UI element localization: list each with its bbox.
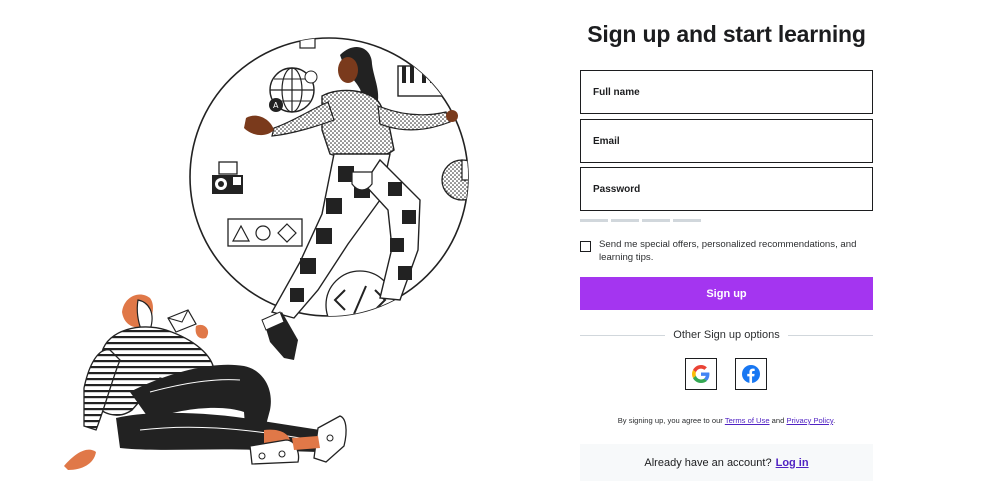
login-prompt-text: Already have an account? [644,456,772,469]
terms-notice: By signing up, you agree to our Terms of… [580,416,873,425]
man-figure [64,294,347,470]
offers-consent: Send me special offers, personalized rec… [580,238,873,264]
password-strength-meter [580,219,701,222]
offers-consent-label: Send me special offers, personalized rec… [599,239,857,263]
full-name-field[interactable] [580,70,873,114]
full-name-input[interactable] [581,71,872,113]
signup-illustration: A [64,37,469,470]
email-input[interactable] [581,120,872,162]
strength-segment [580,219,608,222]
login-link[interactable]: Log in [776,457,809,469]
google-signup-button[interactable] [685,358,717,390]
other-options-label: Other Sign up options [673,329,780,341]
privacy-policy-link[interactable]: Privacy Policy [786,416,833,425]
pie-chart-icon [441,159,468,201]
password-input[interactable] [581,168,872,210]
piano-icon [397,65,443,97]
terms-prefix: By signing up, you agree to our [617,416,725,425]
other-options-divider: Other Sign up options [580,327,873,343]
page-title: Sign up and start learning [587,21,866,47]
google-icon [692,365,710,383]
terms-of-use-link[interactable]: Terms of Use [725,416,770,425]
facebook-icon [742,365,760,383]
signup-button[interactable]: Sign up [580,277,873,310]
strength-segment [611,219,639,222]
divider-line [580,334,666,336]
shapes-icon [227,218,303,247]
email-field[interactable] [580,119,873,163]
strength-segment [673,219,701,222]
offers-checkbox[interactable] [580,241,591,252]
facebook-signup-button[interactable] [735,358,767,390]
password-field[interactable] [580,167,873,211]
svg-text:A: A [273,101,279,110]
terms-suffix: . [833,416,836,425]
divider-line [787,334,873,336]
strength-segment [642,219,670,222]
terms-and: and [769,416,787,425]
login-prompt-box: Already have an account? Log in [580,444,873,481]
